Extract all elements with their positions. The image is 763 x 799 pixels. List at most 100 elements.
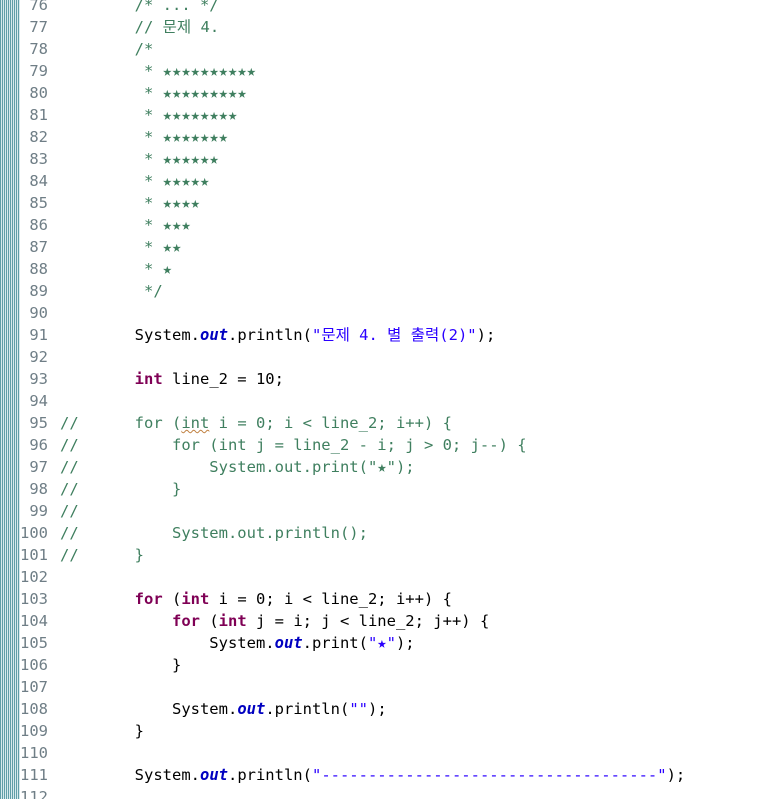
code-text[interactable]: // — [60, 500, 79, 522]
line-number: 79 — [29, 62, 48, 80]
code-line[interactable]: 112 — [0, 786, 763, 799]
code-line[interactable]: 104 for (int j = i; j < line_2; j++) { — [0, 610, 763, 632]
code-line[interactable]: 83 * ★★★★★★ — [0, 148, 763, 170]
code-text[interactable]: * ★★ — [60, 236, 181, 258]
code-line[interactable]: 80 * ★★★★★★★★★ — [0, 82, 763, 104]
code-text[interactable]: */ — [60, 280, 163, 302]
code-line[interactable]: 96 // for (int j = line_2 - i; j > 0; j--… — [0, 434, 763, 456]
code-line[interactable]: 93 int line_2 = 10; — [0, 368, 763, 390]
code-token: System. — [60, 766, 200, 784]
code-text[interactable]: } — [60, 720, 144, 742]
code-line[interactable]: 106 } — [0, 654, 763, 676]
code-token: "------------------------------------" — [311, 766, 667, 784]
line-number: 85 — [29, 194, 48, 212]
code-line[interactable]: 99 // — [0, 500, 763, 522]
code-text[interactable]: /* ... */ — [60, 0, 219, 16]
code-line[interactable]: 98 // } — [0, 478, 763, 500]
line-number: 87 — [29, 238, 48, 256]
line-number: 92 — [29, 348, 48, 366]
code-token: * ★★★★★★★ — [144, 128, 228, 146]
code-line[interactable]: 103 for (int i = 0; i < line_2; i++) { — [0, 588, 763, 610]
code-token: // — [60, 502, 79, 520]
code-text[interactable]: System.out.println("--------------------… — [60, 764, 686, 786]
code-line[interactable]: 84 * ★★★★★ — [0, 170, 763, 192]
code-token: out — [237, 700, 266, 718]
code-line[interactable]: 108 System.out.println(""); — [0, 698, 763, 720]
line-number: 110 — [20, 744, 48, 762]
code-line[interactable]: 81 * ★★★★★★★★ — [0, 104, 763, 126]
code-line[interactable]: 87 * ★★ — [0, 236, 763, 258]
code-line[interactable]: 102 — [0, 566, 763, 588]
line-number: 77 — [29, 18, 48, 36]
code-text[interactable]: // System.out.println(); — [60, 522, 368, 544]
code-text[interactable]: /* — [60, 38, 154, 60]
code-line[interactable]: 79 * ★★★★★★★★★★ — [0, 60, 763, 82]
line-number: 82 — [29, 128, 48, 146]
code-text[interactable]: for (int j = i; j < line_2; j++) { — [60, 610, 489, 632]
line-number: 98 — [29, 480, 48, 498]
code-line[interactable]: 107 — [0, 676, 763, 698]
code-text[interactable]: // } — [60, 478, 181, 500]
line-number: 112 — [20, 788, 48, 799]
code-text[interactable]: // for (int j = line_2 - i; j > 0; j--) … — [60, 434, 527, 456]
code-text[interactable]: * ★★★ — [60, 214, 191, 236]
code-line[interactable]: 105 System.out.print("★"); — [0, 632, 763, 654]
code-line[interactable]: 85 * ★★★★ — [0, 192, 763, 214]
code-line[interactable]: 91 System.out.println("문제 4. 별 출력(2)"); — [0, 324, 763, 346]
code-token: * ★★ — [144, 238, 182, 256]
code-token: // } — [60, 546, 144, 564]
code-text[interactable]: // 문제 4. — [60, 16, 220, 38]
code-text[interactable]: for (int i = 0; i < line_2; i++) { — [60, 588, 452, 610]
code-line[interactable]: 111 System.out.println("----------------… — [0, 764, 763, 786]
line-number: 78 — [29, 40, 48, 58]
code-line[interactable]: 88 * ★ — [0, 258, 763, 280]
code-line[interactable]: 101 // } — [0, 544, 763, 566]
code-text[interactable]: System.out.println(""); — [60, 698, 387, 720]
line-number: 109 — [20, 722, 48, 740]
code-editor[interactable]: 76 /* ... */77 // 문제 4. 78 /* 79 * ★★★★★★★… — [0, 0, 763, 799]
code-text[interactable]: System.out.println("문제 4. 별 출력(2)"); — [60, 324, 496, 346]
code-line[interactable]: 95 // for (int i = 0; i < line_2; i++) { — [0, 412, 763, 434]
code-token: * ★★★★ — [144, 194, 200, 212]
code-text[interactable]: // System.out.print("★"); — [60, 456, 415, 478]
code-line[interactable]: 110 — [0, 742, 763, 764]
code-text[interactable]: * ★★★★★★★ — [60, 126, 228, 148]
code-line[interactable]: 77 // 문제 4. — [0, 16, 763, 38]
code-text[interactable]: * ★★★★★★ — [60, 148, 219, 170]
code-token: int — [181, 590, 210, 608]
code-text[interactable]: * ★★★★★★★★ — [60, 104, 237, 126]
code-line[interactable]: 109 } — [0, 720, 763, 742]
code-line[interactable]: 90 — [0, 302, 763, 324]
code-token: int — [218, 612, 247, 630]
code-token: int — [134, 370, 163, 388]
code-line[interactable]: 97 // System.out.print("★"); — [0, 456, 763, 478]
code-line[interactable]: 92 — [0, 346, 763, 368]
code-line[interactable]: 94 — [0, 390, 763, 412]
code-text[interactable]: int line_2 = 10; — [60, 368, 284, 390]
code-text[interactable]: // for (int i = 0; i < line_2; i++) { — [60, 412, 452, 434]
code-line[interactable]: 86 * ★★★ — [0, 214, 763, 236]
code-token: * ★★★★★★★★ — [144, 106, 238, 124]
code-token: // System.out.print("★"); — [60, 458, 415, 476]
code-text[interactable]: System.out.print("★"); — [60, 632, 414, 654]
line-number: 106 — [20, 656, 48, 674]
code-token: .print( — [302, 634, 368, 652]
code-line[interactable]: 78 /* — [0, 38, 763, 60]
code-line[interactable]: 100 // System.out.println(); — [0, 522, 763, 544]
code-line[interactable]: 82 * ★★★★★★★ — [0, 126, 763, 148]
code-text[interactable]: * ★★★★★★★★★ — [60, 82, 247, 104]
code-token: line_2 = 10; — [162, 370, 284, 388]
code-text[interactable]: * ★★★★★★★★★★ — [60, 60, 256, 82]
code-text[interactable]: * ★ — [60, 258, 172, 280]
code-line[interactable]: 89 */ — [0, 280, 763, 302]
code-text[interactable]: * ★★★★★ — [60, 170, 209, 192]
code-text[interactable]: * ★★★★ — [60, 192, 200, 214]
code-text[interactable]: } — [60, 654, 181, 676]
code-text[interactable]: // } — [60, 544, 144, 566]
code-line[interactable]: 76 /* ... */ — [0, 0, 763, 16]
